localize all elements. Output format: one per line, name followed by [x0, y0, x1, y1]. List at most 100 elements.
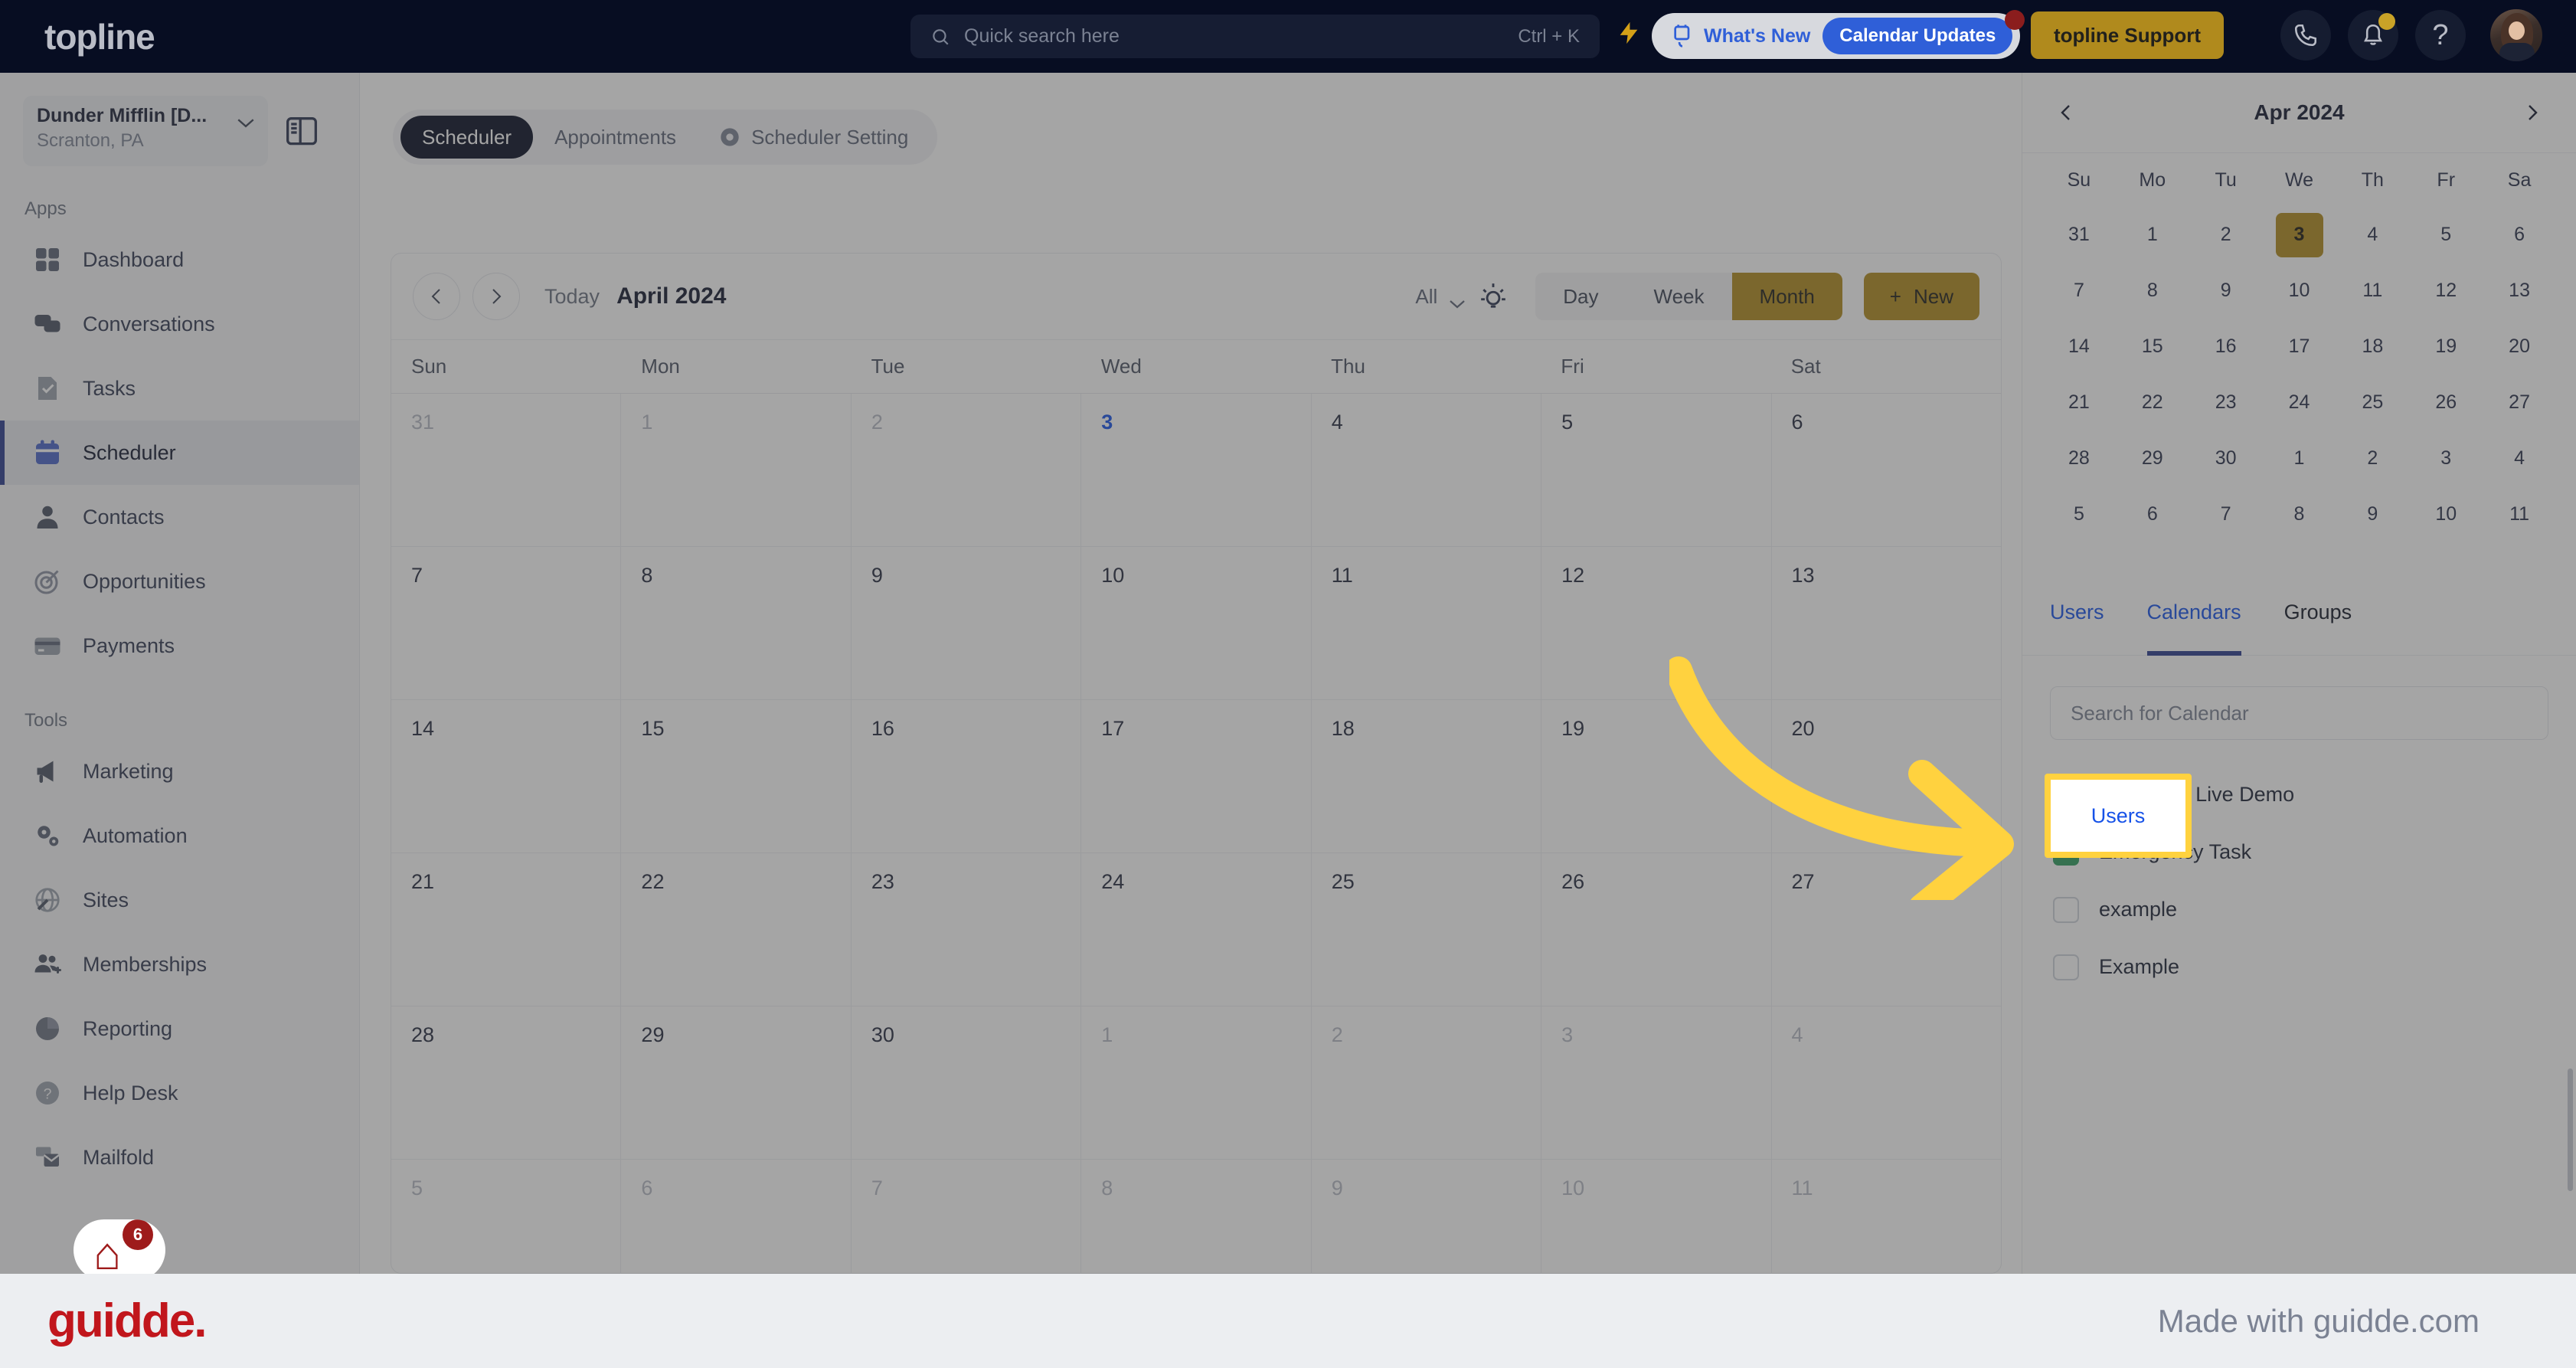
phone-button[interactable] [2280, 10, 2331, 61]
calendar-day-cell[interactable]: 16 [851, 700, 1082, 853]
mini-prev-month-button[interactable] [2050, 97, 2081, 128]
calendar-day-cell[interactable]: 1 [621, 394, 852, 547]
tab-scheduler-setting[interactable]: Scheduler Setting [698, 116, 930, 159]
avatar[interactable] [2490, 9, 2542, 61]
calendar-search-input[interactable]: Search for Calendar [2050, 686, 2548, 740]
right-panel-scrollbar[interactable] [2568, 1069, 2573, 1191]
mini-calendar-day[interactable]: 14 [2042, 325, 2116, 369]
mini-calendar-day[interactable]: 6 [2116, 493, 2189, 537]
calendar-day-cell[interactable]: 24 [1081, 853, 1312, 1006]
mini-calendar-day[interactable]: 2 [2189, 213, 2263, 257]
mini-calendar-day[interactable]: 1 [2263, 437, 2336, 481]
calendar-day-cell[interactable]: 28 [391, 1006, 622, 1160]
mini-calendar-day[interactable]: 27 [2483, 381, 2556, 425]
support-button[interactable]: topline Support [2031, 11, 2225, 59]
mini-calendar-day[interactable]: 3 [2263, 212, 2336, 257]
mini-calendar-day[interactable]: 30 [2189, 437, 2263, 481]
mini-calendar-day[interactable]: 7 [2189, 493, 2263, 537]
calendar-day-cell[interactable]: 7 [391, 547, 622, 700]
calendar-day-cell[interactable]: 8 [621, 547, 852, 700]
calendar-day-cell[interactable]: 4 [1311, 394, 1542, 547]
sidebar-item-payments[interactable]: Payments [0, 614, 359, 678]
sidebar-item-reporting[interactable]: Reporting [0, 997, 359, 1061]
mini-calendar-day[interactable]: 10 [2409, 493, 2483, 537]
filter-all-dropdown[interactable]: All [1415, 285, 1466, 309]
calendar-list-item[interactable]: example [2022, 881, 2576, 938]
mini-calendar-day[interactable]: 8 [2116, 269, 2189, 313]
mini-calendar-day[interactable]: 17 [2263, 325, 2336, 369]
mini-calendar-day[interactable]: 8 [2263, 493, 2336, 537]
view-month-button[interactable]: Month [1731, 273, 1842, 320]
sidebar-item-conversations[interactable]: Conversations [0, 292, 359, 356]
mini-calendar-day[interactable]: 26 [2409, 381, 2483, 425]
sidebar-item-opportunities[interactable]: Opportunities [0, 549, 359, 614]
mini-calendar-day[interactable]: 5 [2409, 213, 2483, 257]
mini-calendar-day[interactable]: 11 [2483, 493, 2556, 537]
mini-calendar-day[interactable]: 9 [2189, 269, 2263, 313]
tab-calendars[interactable]: Calendars [2147, 570, 2241, 656]
calendar-day-cell[interactable]: 3 [1541, 1006, 1772, 1160]
new-appointment-button[interactable]: + New [1863, 273, 1979, 320]
calendar-day-cell[interactable]: 1 [1081, 1006, 1312, 1160]
prev-month-button[interactable] [413, 273, 460, 320]
calendar-day-cell[interactable]: 30 [851, 1006, 1082, 1160]
tab-groups[interactable]: Groups [2284, 570, 2352, 656]
sidebar-item-scheduler[interactable]: Scheduler [0, 421, 359, 485]
tab-appointments[interactable]: Appointments [533, 116, 698, 159]
view-day-button[interactable]: Day [1535, 273, 1626, 320]
mini-calendar-day[interactable]: 11 [2336, 269, 2409, 313]
mini-calendar-day[interactable]: 25 [2336, 381, 2409, 425]
mini-calendar-day[interactable]: 6 [2483, 213, 2556, 257]
mini-calendar-day[interactable]: 5 [2042, 493, 2116, 537]
mini-calendar-day[interactable]: 7 [2042, 269, 2116, 313]
view-week-button[interactable]: Week [1626, 273, 1732, 320]
notifications-button[interactable] [2348, 10, 2398, 61]
mini-calendar-day[interactable]: 13 [2483, 269, 2556, 313]
sidebar-item-tasks[interactable]: Tasks [0, 356, 359, 421]
calendar-day-cell[interactable]: 2 [1311, 1006, 1542, 1160]
mini-calendar-day[interactable]: 18 [2336, 325, 2409, 369]
sidebar-item-contacts[interactable]: Contacts [0, 485, 359, 549]
next-month-button[interactable] [472, 273, 520, 320]
mini-calendar-day[interactable]: 29 [2116, 437, 2189, 481]
mini-calendar-day[interactable]: 24 [2263, 381, 2336, 425]
calendar-day-cell[interactable]: 17 [1081, 700, 1312, 853]
tab-scheduler[interactable]: Scheduler [400, 116, 534, 159]
mini-calendar-day[interactable]: 4 [2336, 213, 2409, 257]
mini-calendar-day[interactable]: 12 [2409, 269, 2483, 313]
mini-calendar-day[interactable]: 9 [2336, 493, 2409, 537]
help-button[interactable]: ? [2415, 10, 2466, 61]
calendar-day-cell[interactable]: 3 [1081, 394, 1312, 547]
checkbox-unchecked-icon[interactable] [2053, 896, 2079, 923]
mini-calendar-day[interactable]: 1 [2116, 213, 2189, 257]
mini-calendar-day[interactable]: 20 [2483, 325, 2556, 369]
lightbulb-icon[interactable] [1479, 281, 1508, 312]
global-search-bar[interactable]: Quick search here Ctrl + K [910, 15, 1600, 58]
calendar-day-cell[interactable]: 2 [851, 394, 1082, 547]
mini-calendar-day[interactable]: 3 [2409, 437, 2483, 481]
mini-calendar-day[interactable]: 23 [2189, 381, 2263, 425]
sidebar-item-marketing[interactable]: Marketing [0, 739, 359, 803]
sidebar-item-memberships[interactable]: Memberships [0, 932, 359, 997]
app-logo[interactable]: topline [44, 16, 155, 57]
mini-next-month-button[interactable] [2518, 97, 2548, 128]
calendar-day-cell[interactable]: 9 [851, 547, 1082, 700]
sidebar-item-mailfold[interactable]: Mailfold [0, 1125, 359, 1190]
mini-calendar-day[interactable]: 22 [2116, 381, 2189, 425]
mini-calendar-day[interactable]: 2 [2336, 437, 2409, 481]
tab-users[interactable]: Users [2050, 570, 2104, 656]
location-selector[interactable]: Dunder Mifflin [D... Scranton, PA [23, 96, 268, 166]
sidebar-item-automation[interactable]: Automation [0, 803, 359, 868]
calendar-day-cell[interactable]: 5 [1541, 394, 1772, 547]
mini-calendar-day[interactable]: 4 [2483, 437, 2556, 481]
sidebar-item-help-desk[interactable]: ? Help Desk [0, 1061, 359, 1125]
highlight-box-users-tab[interactable]: Users [2045, 774, 2192, 858]
calendar-day-cell[interactable]: 18 [1311, 700, 1542, 853]
bolt-icon[interactable] [1616, 20, 1642, 52]
calendar-list-item[interactable]: Example [2022, 938, 2576, 996]
mini-calendar-day[interactable]: 16 [2189, 325, 2263, 369]
mini-calendar-day[interactable]: 31 [2042, 213, 2116, 257]
calendar-day-cell[interactable]: 11 [1311, 547, 1542, 700]
calendar-day-cell[interactable]: 23 [851, 853, 1082, 1006]
mini-calendar-day[interactable]: 10 [2263, 269, 2336, 313]
